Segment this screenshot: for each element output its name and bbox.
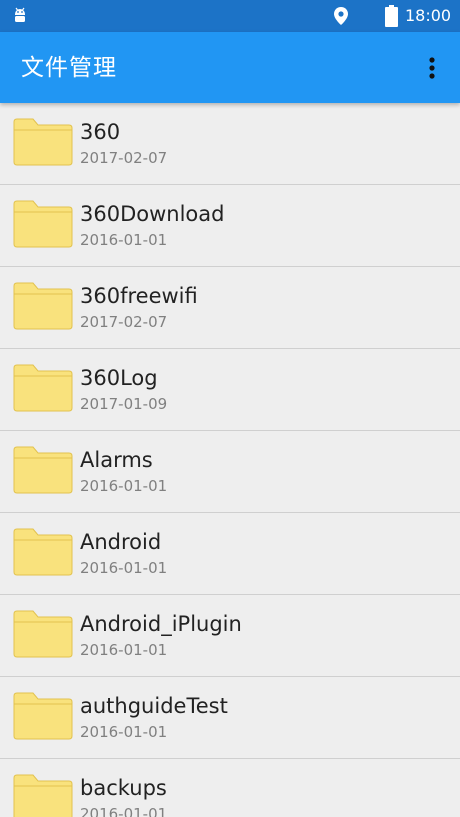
folder-icon <box>13 444 73 494</box>
file-date: 2016-01-01 <box>80 805 168 817</box>
file-date: 2017-02-07 <box>80 313 168 331</box>
status-bar: 18:00 <box>0 0 460 32</box>
file-date: 2016-01-01 <box>80 231 168 249</box>
folder-icon <box>13 690 73 740</box>
folder-icon <box>13 526 73 576</box>
list-item[interactable]: Android 2016-01-01 <box>0 513 460 595</box>
list-item[interactable]: Alarms 2016-01-01 <box>0 431 460 513</box>
file-name: Android <box>80 530 162 554</box>
file-name: authguideTest <box>80 694 228 718</box>
list-item[interactable]: 360freewifi 2017-02-07 <box>0 267 460 349</box>
more-vertical-icon[interactable] <box>418 52 446 84</box>
status-time: 18:00 <box>405 6 452 25</box>
battery-icon <box>385 5 398 27</box>
file-list: 360 2017-02-07 360Download 2016-01-01 360fre… <box>0 103 460 817</box>
file-date: 2016-01-01 <box>80 723 168 741</box>
file-date: 2017-02-07 <box>80 149 168 167</box>
folder-icon <box>13 116 73 166</box>
android-debug-icon <box>15 7 25 22</box>
file-name: Alarms <box>80 448 153 472</box>
file-date: 2016-01-01 <box>80 477 168 495</box>
list-item[interactable]: backups 2016-01-01 <box>0 759 460 817</box>
list-item[interactable]: Android_iPlugin 2016-01-01 <box>0 595 460 677</box>
file-name: 360 <box>80 120 121 144</box>
list-item[interactable]: authguideTest 2016-01-01 <box>0 677 460 759</box>
file-name: backups <box>80 776 167 800</box>
folder-icon <box>13 280 73 330</box>
list-item[interactable]: 360Download 2016-01-01 <box>0 185 460 267</box>
file-date: 2017-01-09 <box>80 395 168 413</box>
folder-icon <box>13 198 73 248</box>
folder-icon <box>13 362 73 412</box>
file-date: 2016-01-01 <box>80 641 168 659</box>
location-icon <box>334 7 348 25</box>
folder-icon <box>13 608 73 658</box>
page-title: 文件管理 <box>21 55 117 81</box>
file-date: 2016-01-01 <box>80 559 168 577</box>
list-item[interactable]: 360Log 2017-01-09 <box>0 349 460 431</box>
list-item[interactable]: 360 2017-02-07 <box>0 103 460 185</box>
file-name: 360Log <box>80 366 158 390</box>
file-name: 360freewifi <box>80 284 198 308</box>
folder-icon <box>13 772 73 817</box>
file-name: 360Download <box>80 202 225 226</box>
app-bar: 文件管理 <box>0 32 460 103</box>
file-name: Android_iPlugin <box>80 612 242 636</box>
